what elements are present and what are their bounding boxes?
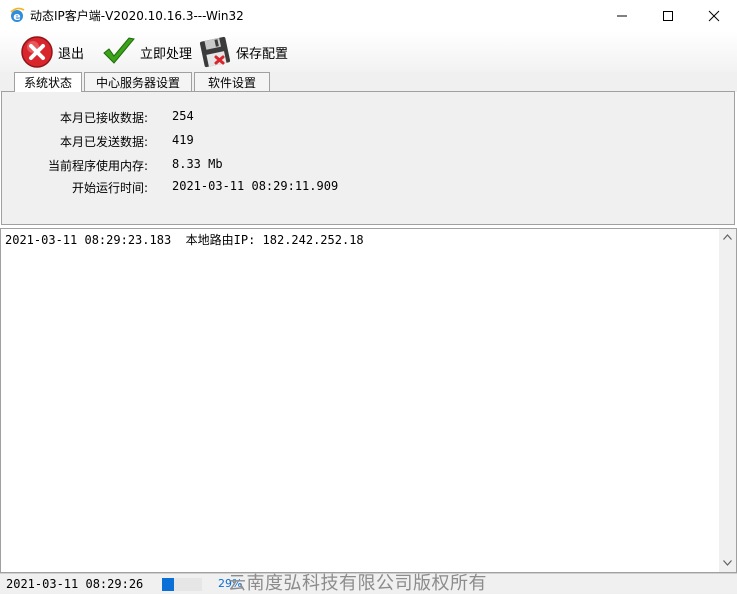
window-title: 动态IP客户端-V2020.10.16.3---Win32 [30,9,244,23]
received-data-label: 本月已接收数据: [59,111,148,125]
process-now-label: 立即处理 [140,46,193,62]
status-bar: 2021-03-11 08:29:26 29% 云南度弘科技有限公司版权所有 [0,573,737,594]
toolbar: 退出 立即处理 保存配置 [0,31,737,72]
tab-system-status[interactable]: 系统状态 [14,72,82,92]
exit-x-icon [21,36,53,68]
tab-software-settings[interactable]: 软件设置 [194,72,270,91]
floppy-disk-icon [199,36,231,68]
save-config-button[interactable]: 保存配置 [198,35,288,69]
maximize-icon [663,10,673,21]
minimize-icon [617,15,627,16]
process-now-button[interactable]: 立即处理 [102,35,192,69]
tab-strip: 系统状态 中心服务器设置 软件设置 [0,72,737,92]
log-textarea[interactable]: 2021-03-11 08:29:23.183 本地路由IP: 182.242.… [0,228,737,573]
save-config-label: 保存配置 [236,46,289,62]
sent-data-value: 419 [172,133,194,147]
scroll-down-arrow-icon[interactable] [723,560,732,566]
tab-server-settings[interactable]: 中心服务器设置 [84,72,192,91]
vertical-scrollbar[interactable] [719,229,736,572]
close-button[interactable] [691,0,737,31]
start-time-value: 2021-03-11 08:29:11.909 [172,179,339,193]
received-data-value: 254 [172,109,194,123]
maximize-button[interactable] [645,0,691,31]
minimize-button[interactable] [599,0,645,31]
scroll-up-arrow-icon[interactable] [723,234,732,240]
start-time-label: 开始运行时间: [71,181,148,195]
checkmark-icon [103,37,135,64]
memory-usage-value: 8.33 Mb [172,157,223,171]
system-status-panel: 本月已接收数据: 254 本月已发送数据: 419 当前程序使用内存: 8.33… [1,91,735,225]
close-icon [708,10,720,21]
ie-e-icon: e [10,7,25,23]
exit-label: 退出 [58,46,85,62]
exit-button[interactable]: 退出 [20,35,84,69]
sent-data-label: 本月已发送数据: [59,135,148,149]
progress-fill [162,578,174,591]
copyright-text: 云南度弘科技有限公司版权所有 [228,573,487,594]
status-time: 2021-03-11 08:29:26 [6,577,144,591]
log-line: 2021-03-11 08:29:23.183 本地路由IP: 182.242.… [5,233,364,247]
title-bar[interactable]: e 动态IP客户端-V2020.10.16.3---Win32 [0,0,737,32]
progress-bar [162,578,202,591]
svg-text:e: e [13,10,20,23]
memory-usage-label: 当前程序使用内存: [47,159,148,173]
